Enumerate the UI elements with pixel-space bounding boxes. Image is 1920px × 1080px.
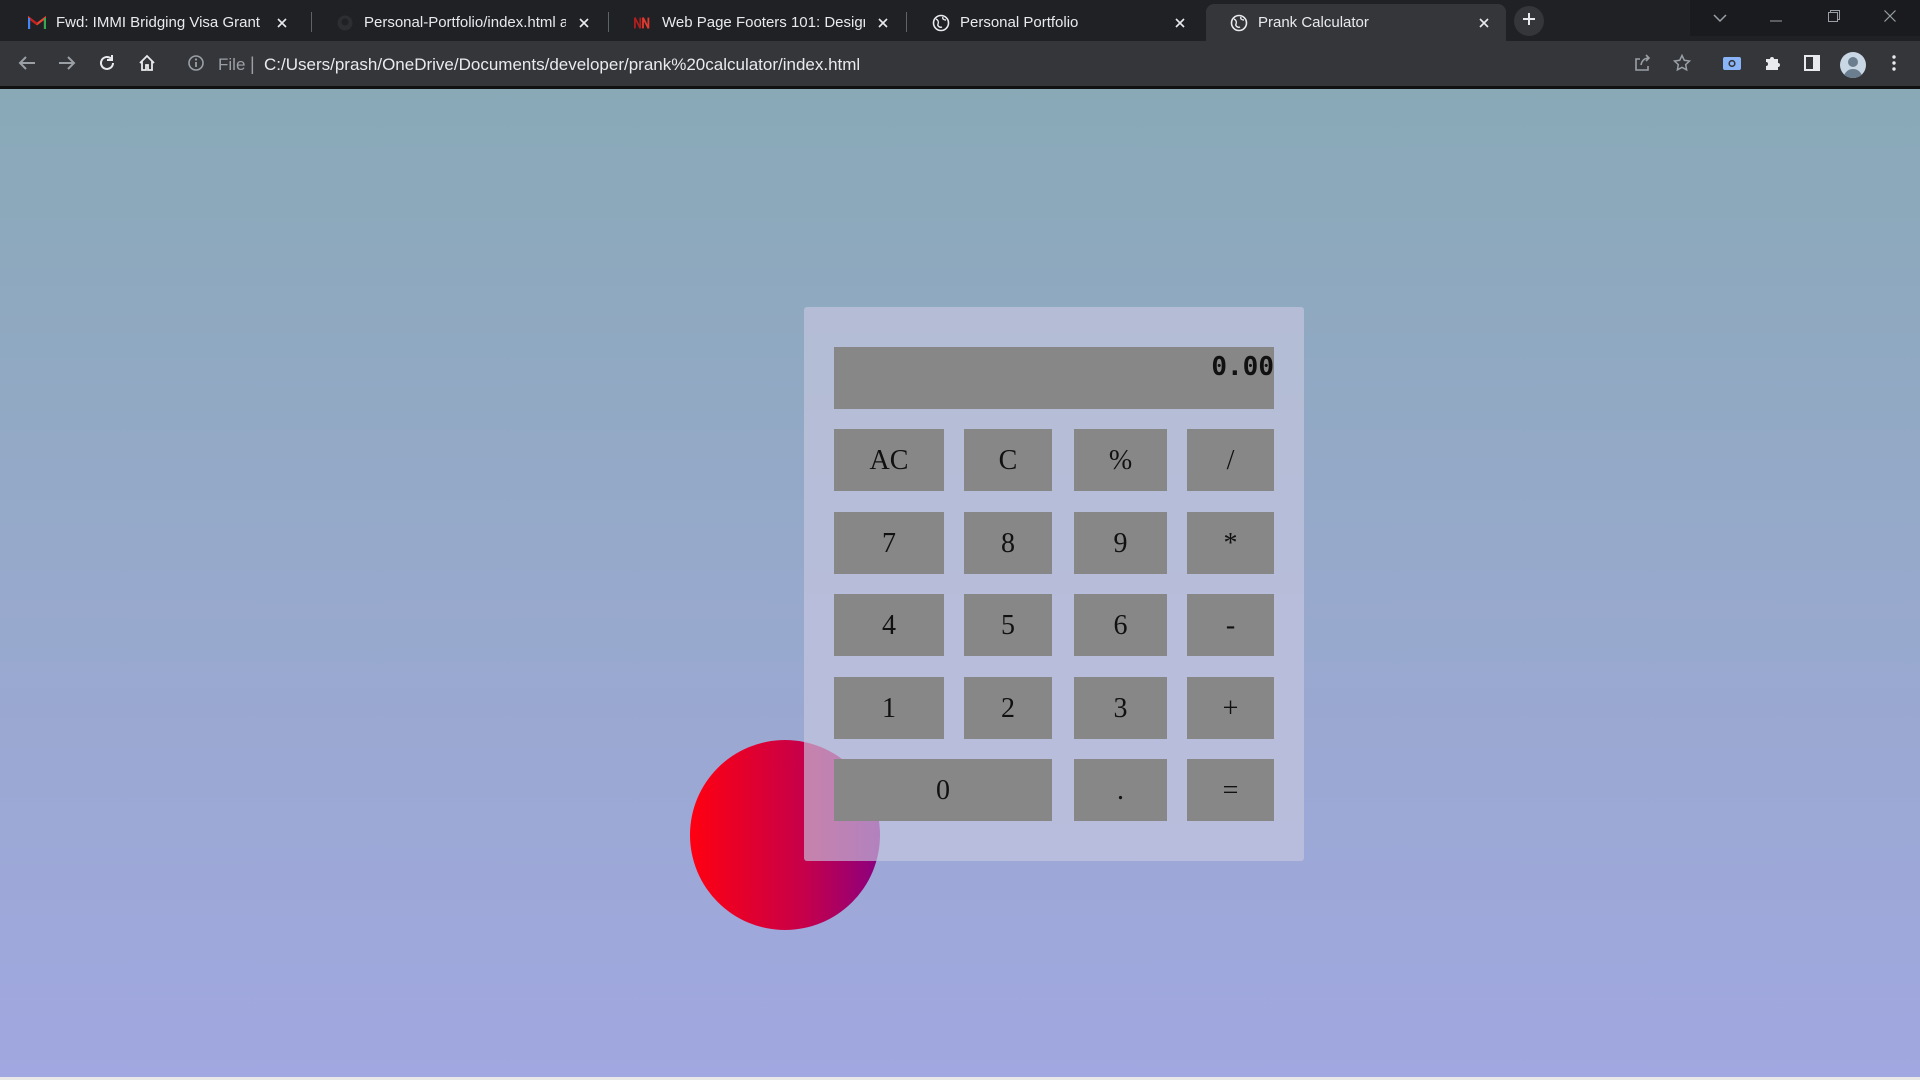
key-percent[interactable]: %	[1074, 429, 1167, 491]
tab-search-button[interactable]	[1692, 0, 1748, 36]
kebab-menu-icon	[1892, 54, 1896, 76]
tab-github[interactable]: Personal-Portfolio/index.html at r	[312, 4, 606, 41]
side-panel-icon	[1804, 54, 1820, 76]
page-viewport: 0.00 AC C % / 7 8 9 * 4 5 6 - 1 2 3 + 0 …	[0, 89, 1920, 1080]
close-icon[interactable]	[873, 13, 893, 33]
puzzle-icon	[1763, 54, 1781, 77]
tab-title: Personal-Portfolio/index.html at r	[364, 14, 566, 31]
tab-divider	[906, 12, 907, 32]
calculator-display: 0.00	[834, 347, 1274, 409]
screenshot-extension-button[interactable]	[1718, 51, 1746, 79]
close-window-button[interactable]	[1862, 0, 1918, 36]
tab-nn-footers[interactable]: Web Page Footers 101: Design Pa	[610, 4, 905, 41]
site-info-button[interactable]	[182, 51, 210, 79]
key-minus[interactable]: -	[1187, 594, 1274, 656]
close-icon[interactable]	[1474, 13, 1494, 33]
address-bar-url[interactable]: C:/Users/prash/OneDrive/Documents/develo…	[264, 55, 860, 75]
minimize-icon	[1770, 9, 1782, 27]
bookmark-button[interactable]	[1668, 51, 1696, 79]
gmail-icon	[28, 14, 46, 32]
info-icon	[187, 54, 205, 77]
forward-arrow-icon	[58, 55, 76, 76]
tab-gmail[interactable]: Fwd: IMMI Bridging Visa Grant N	[4, 4, 304, 41]
share-icon	[1633, 53, 1651, 77]
key-7[interactable]: 7	[834, 512, 944, 574]
close-icon	[1884, 9, 1896, 27]
key-9[interactable]: 9	[1074, 512, 1167, 574]
back-button[interactable]	[13, 51, 41, 79]
key-equals[interactable]: =	[1187, 759, 1274, 821]
forward-button[interactable]	[53, 51, 81, 79]
calculator: 0.00 AC C % / 7 8 9 * 4 5 6 - 1 2 3 + 0 …	[804, 307, 1304, 861]
key-0[interactable]: 0	[834, 759, 1052, 821]
url-divider: |	[250, 54, 255, 74]
tab-prank-calculator[interactable]: Prank Calculator	[1206, 4, 1506, 41]
plus-icon	[1522, 12, 1536, 31]
back-arrow-icon	[18, 55, 36, 76]
share-button[interactable]	[1628, 51, 1656, 79]
url-scheme-label: File	[218, 55, 246, 74]
side-panel-button[interactable]	[1798, 51, 1826, 79]
close-icon[interactable]	[272, 13, 292, 33]
camera-icon	[1722, 55, 1742, 76]
key-multiply[interactable]: *	[1187, 512, 1274, 574]
key-4[interactable]: 4	[834, 594, 944, 656]
tab-title: Web Page Footers 101: Design Pa	[662, 14, 865, 31]
key-5[interactable]: 5	[964, 594, 1052, 656]
key-plus[interactable]: +	[1187, 677, 1274, 739]
browser-toolbar: File | C:/Users/prash/OneDrive/Documents…	[0, 41, 1920, 89]
key-3[interactable]: 3	[1074, 677, 1167, 739]
menu-button[interactable]	[1880, 51, 1908, 79]
key-8[interactable]: 8	[964, 512, 1052, 574]
new-tab-button[interactable]	[1514, 6, 1544, 36]
minimize-button[interactable]	[1748, 0, 1804, 36]
nn-icon	[634, 14, 652, 32]
restore-button[interactable]	[1806, 0, 1862, 36]
extensions-button[interactable]	[1758, 51, 1786, 79]
key-1[interactable]: 1	[834, 677, 944, 739]
tab-personal-portfolio[interactable]: Personal Portfolio	[908, 4, 1202, 41]
globe-icon	[932, 14, 950, 32]
key-2[interactable]: 2	[964, 677, 1052, 739]
github-icon	[336, 14, 354, 32]
close-icon[interactable]	[1170, 13, 1190, 33]
key-all-clear[interactable]: AC	[834, 429, 944, 491]
reload-icon	[98, 54, 116, 77]
key-clear[interactable]: C	[964, 429, 1052, 491]
restore-icon	[1828, 9, 1840, 27]
key-decimal[interactable]: .	[1074, 759, 1167, 821]
tab-strip: Fwd: IMMI Bridging Visa Grant N Personal…	[0, 0, 1920, 41]
chevron-down-icon	[1713, 9, 1727, 27]
tab-title: Personal Portfolio	[960, 14, 1079, 31]
star-icon	[1672, 53, 1692, 77]
home-icon	[138, 54, 156, 77]
tab-divider	[608, 12, 609, 32]
globe-icon	[1230, 14, 1248, 32]
home-button[interactable]	[133, 51, 161, 79]
tab-title: Prank Calculator	[1258, 14, 1369, 31]
key-6[interactable]: 6	[1074, 594, 1167, 656]
reload-button[interactable]	[93, 51, 121, 79]
close-icon[interactable]	[574, 13, 594, 33]
key-divide[interactable]: /	[1187, 429, 1274, 491]
profile-avatar[interactable]	[1840, 52, 1866, 78]
tab-title: Fwd: IMMI Bridging Visa Grant N	[56, 14, 264, 31]
